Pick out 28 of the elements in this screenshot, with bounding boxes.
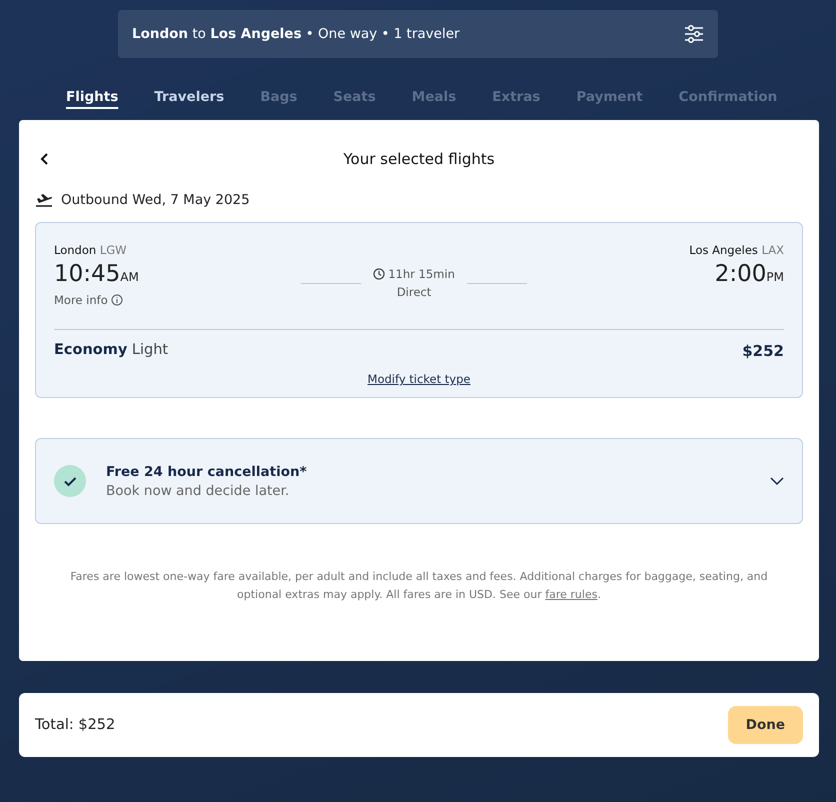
cancellation-accordion[interactable]: Free 24 hour cancellation* Book now and decide later. <box>35 438 803 524</box>
flight-price: $252 <box>742 342 784 360</box>
plane-takeoff-icon <box>35 193 53 207</box>
step-tab[interactable]: Flights <box>48 86 136 108</box>
step-tab[interactable]: Travelers <box>136 86 242 108</box>
cancellation-title: Free 24 hour cancellation* <box>106 464 308 480</box>
destination-airport: Los Angeles LAX <box>689 243 784 257</box>
panel-title: Your selected flights <box>343 150 495 168</box>
total-price: Total: $252 <box>35 717 116 733</box>
info-icon <box>110 294 123 306</box>
departure-time: 10:45AM <box>54 261 139 287</box>
cancellation-subtitle: Book now and decide later. <box>106 482 290 498</box>
search-summary: London to Los Angeles • One way • 1 traveler <box>132 26 460 42</box>
fare-class: Economy Light <box>54 342 168 358</box>
check-icon <box>54 465 86 497</box>
outbound-date: Outbound Wed, 7 May 2025 <box>61 192 250 208</box>
arrival-time: 2:00 PM <box>714 261 784 287</box>
search-summary-bar[interactable]: London to Los Angeles • One way • 1 traveler <box>118 10 718 58</box>
stops-label: Direct <box>396 285 432 299</box>
filter-settings-icon[interactable] <box>684 25 704 43</box>
clock-icon <box>373 268 386 280</box>
more-info-link[interactable]: More info <box>54 293 123 307</box>
fare-rules-link[interactable]: fare rules <box>545 588 598 601</box>
origin-airport: London LGW <box>54 243 128 257</box>
flight-duration: 11hr 15min <box>388 267 455 281</box>
fare-disclaimer: Fares are lowest one-way fare available, per adult and include all taxes and fees. Additional charges for baggage, seating, and optional extras may apply. All fares are in USD. See our fare rules. <box>69 569 769 603</box>
done-button[interactable]: Done <box>728 706 803 744</box>
modify-ticket-link[interactable]: Modify ticket type <box>368 372 470 386</box>
